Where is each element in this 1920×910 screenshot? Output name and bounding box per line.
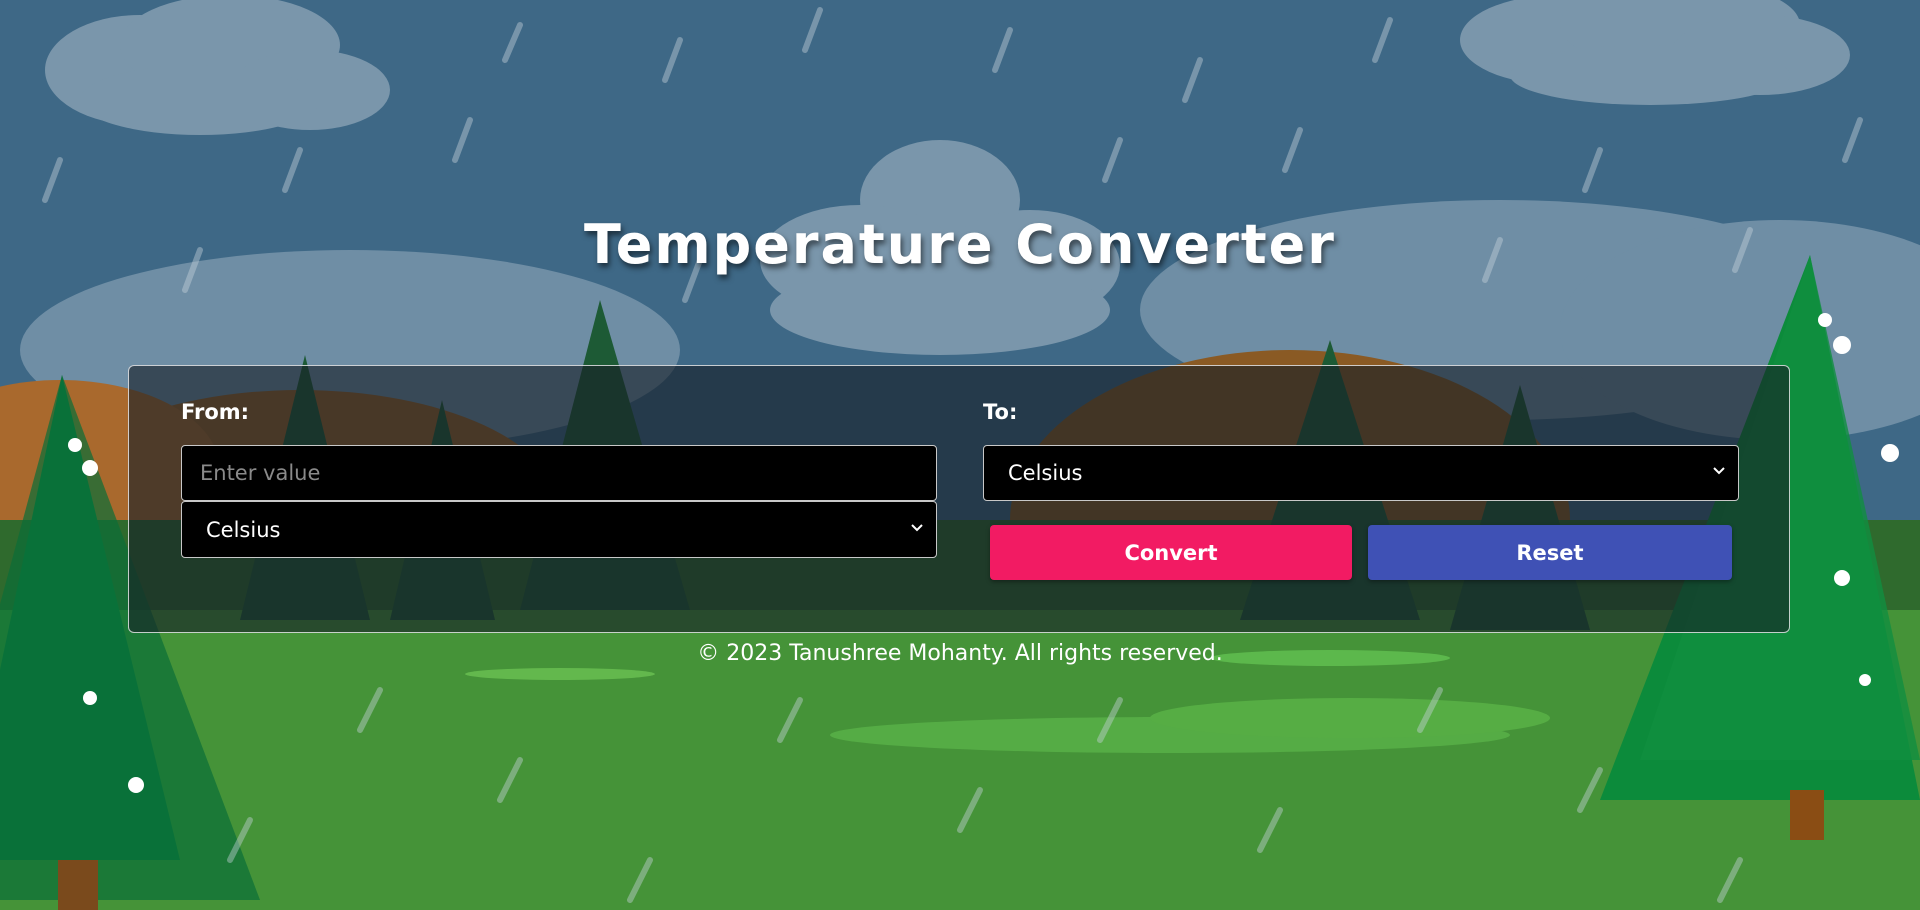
from-unit-select[interactable]: Celsius [181, 501, 937, 558]
chevron-down-icon [911, 523, 923, 531]
to-unit-select[interactable]: Celsius [983, 445, 1739, 501]
page-title: Temperature Converter [584, 213, 1336, 276]
convert-button[interactable]: Convert [990, 525, 1352, 580]
to-unit-selected-value: Celsius [1008, 461, 1083, 485]
from-unit-selected-value: Celsius [206, 517, 281, 542]
from-label: From: [181, 400, 250, 424]
value-input[interactable] [181, 445, 937, 501]
chevron-down-icon [1713, 467, 1725, 475]
reset-button[interactable]: Reset [1368, 525, 1732, 580]
to-label: To: [983, 400, 1018, 424]
converter-panel: From: Celsius To: Celsius Convert Reset [128, 365, 1790, 633]
footer-copyright: © 2023 Tanushree Mohanty. All rights res… [697, 641, 1223, 666]
page: Temperature Converter From: Celsius To: … [0, 0, 1920, 910]
